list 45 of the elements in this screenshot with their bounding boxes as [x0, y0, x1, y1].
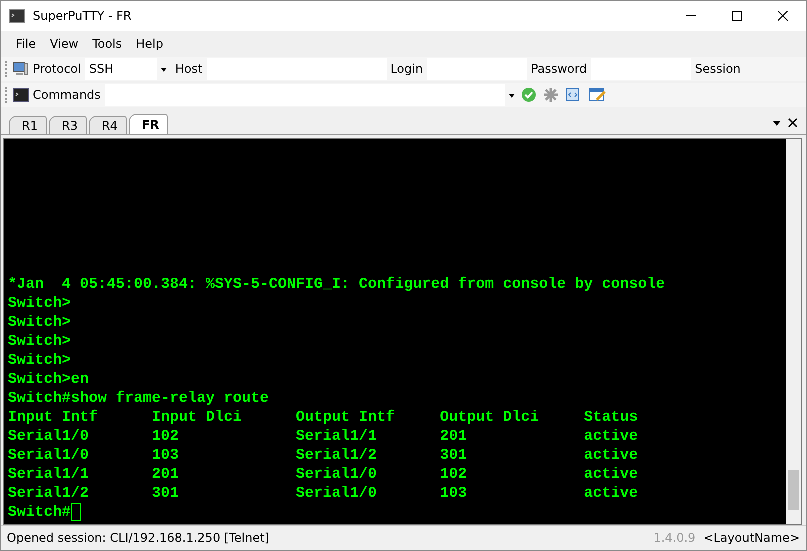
terminal-line: Serial1/0 103 Serial1/2 301 active — [8, 446, 640, 465]
window-title: SuperPuTTY - FR — [33, 9, 133, 23]
terminal-icon — [13, 88, 29, 102]
terminal-line: Switch#show frame-relay route — [8, 389, 270, 408]
terminal-line: Switch> — [8, 332, 72, 351]
cursor — [71, 503, 82, 522]
terminal-line: Switch> — [8, 313, 72, 332]
login-label: Login — [390, 62, 424, 76]
session-tab[interactable]: R3 — [48, 116, 87, 134]
session-tab[interactable]: R1 — [9, 116, 47, 134]
protocol-label: Protocol — [32, 62, 82, 76]
computer-icon — [13, 61, 29, 77]
commands-label: Commands — [32, 88, 102, 102]
dropdown-caret-icon[interactable] — [772, 118, 782, 128]
session-tab[interactable]: FR — [128, 114, 168, 134]
edit-window-icon[interactable] — [588, 87, 607, 103]
menu-item[interactable]: View — [43, 36, 86, 50]
terminal-line: *Jan 4 05:45:00.384: %SYS-5-CONFIG_I: Configured from console by console — [8, 275, 666, 294]
layout-name-label: <LayoutName> — [704, 531, 800, 545]
script-icon[interactable] — [564, 87, 581, 103]
menu-item[interactable]: Tools — [86, 36, 130, 50]
scrollbar[interactable] — [786, 139, 801, 524]
terminal-prompt: Switch# — [8, 504, 72, 521]
menu-item[interactable]: File — [9, 36, 44, 50]
session-label: Session — [694, 62, 742, 76]
maximize-icon — [732, 11, 742, 21]
terminal-line: Input Intf Input Dlci Output Intf Output Dlci Status — [8, 408, 640, 427]
protocol-dropdown[interactable]: SSH — [85, 58, 158, 80]
terminal-line: Serial1/0 102 Serial1/1 201 active — [8, 427, 640, 446]
version-label: 1.4.0.9 — [654, 531, 696, 545]
terminal-line: Serial1/1 201 Serial1/0 102 active — [8, 465, 640, 484]
terminal-line: Serial1/2 301 Serial1/0 103 active — [8, 484, 640, 503]
menu-item[interactable]: Help — [129, 36, 170, 50]
terminal-line: Switch> — [8, 351, 72, 370]
close-icon — [778, 11, 788, 21]
terminal-line: Switch> — [8, 294, 72, 313]
host-label: Host — [174, 62, 204, 76]
terminal-line: Switch>en — [8, 370, 90, 389]
password-label: Password — [530, 62, 588, 76]
terminal-icon — [9, 9, 25, 23]
asterisk-icon[interactable] — [542, 87, 559, 103]
status-message: Opened session: CLI/192.168.1.250 [Telnet] — [7, 531, 270, 545]
close-icon[interactable] — [788, 118, 798, 128]
checkmark-icon[interactable] — [520, 87, 537, 103]
session-tab[interactable]: R4 — [88, 116, 127, 134]
